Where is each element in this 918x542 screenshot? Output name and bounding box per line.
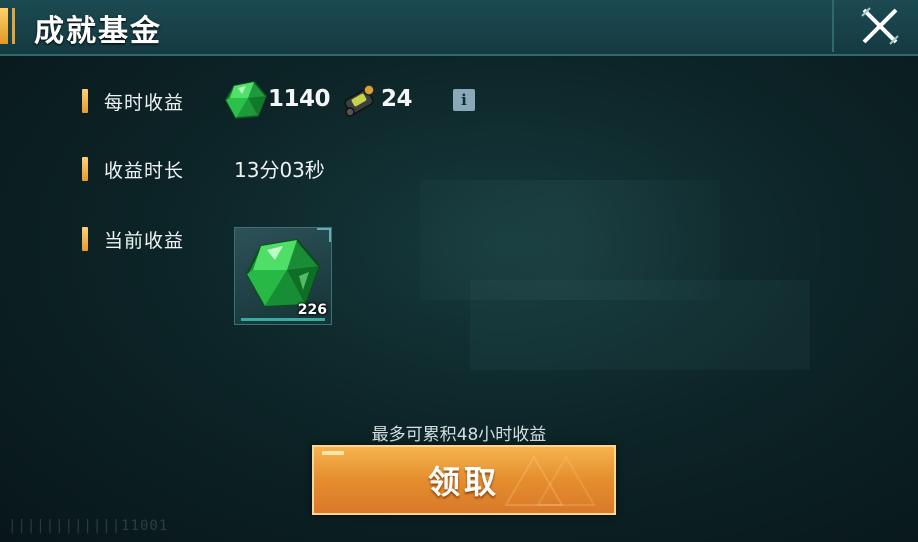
info-icon: i — [461, 91, 467, 109]
footer-code: ||||||||||||11001 — [8, 518, 169, 534]
emerald-gem-icon — [245, 238, 321, 308]
claim-button[interactable]: 领取 — [312, 445, 616, 515]
hourly-gem-value: 1140 — [268, 86, 331, 112]
claim-button-label: 领取 — [427, 463, 500, 501]
item-quantity: 226 — [297, 302, 327, 318]
info-button[interactable]: i — [453, 89, 475, 111]
title-bar: 成就基金 — [0, 0, 918, 56]
page-title: 成就基金 — [34, 14, 162, 49]
card-rarity-bar — [241, 318, 325, 321]
label-marker — [82, 89, 88, 113]
duration-label: 收益时长 — [104, 159, 185, 182]
hourly-income-label: 每时收益 — [104, 91, 185, 114]
reward-item-card[interactable]: 226 — [234, 227, 332, 325]
current-income-row: 当前收益 — [82, 224, 184, 254]
title-accent-bar — [0, 8, 8, 44]
hourly-income-row: 每时收益 — [82, 86, 184, 116]
label-marker — [82, 157, 88, 181]
background-decoration-glow — [420, 180, 720, 300]
duration-row: 收益时长 — [82, 154, 184, 184]
label-marker — [82, 227, 88, 251]
hourly-part-value: 24 — [381, 86, 413, 112]
emerald-gem-icon — [225, 81, 267, 119]
title-accent-line — [12, 8, 15, 44]
accumulation-note: 最多可累积48小时收益 — [371, 425, 547, 445]
current-income-label: 当前收益 — [104, 229, 185, 252]
mech-part-icon — [344, 84, 375, 117]
duration-value: 13分03秒 — [234, 158, 325, 182]
close-icon — [861, 7, 899, 45]
close-button[interactable] — [832, 0, 918, 52]
